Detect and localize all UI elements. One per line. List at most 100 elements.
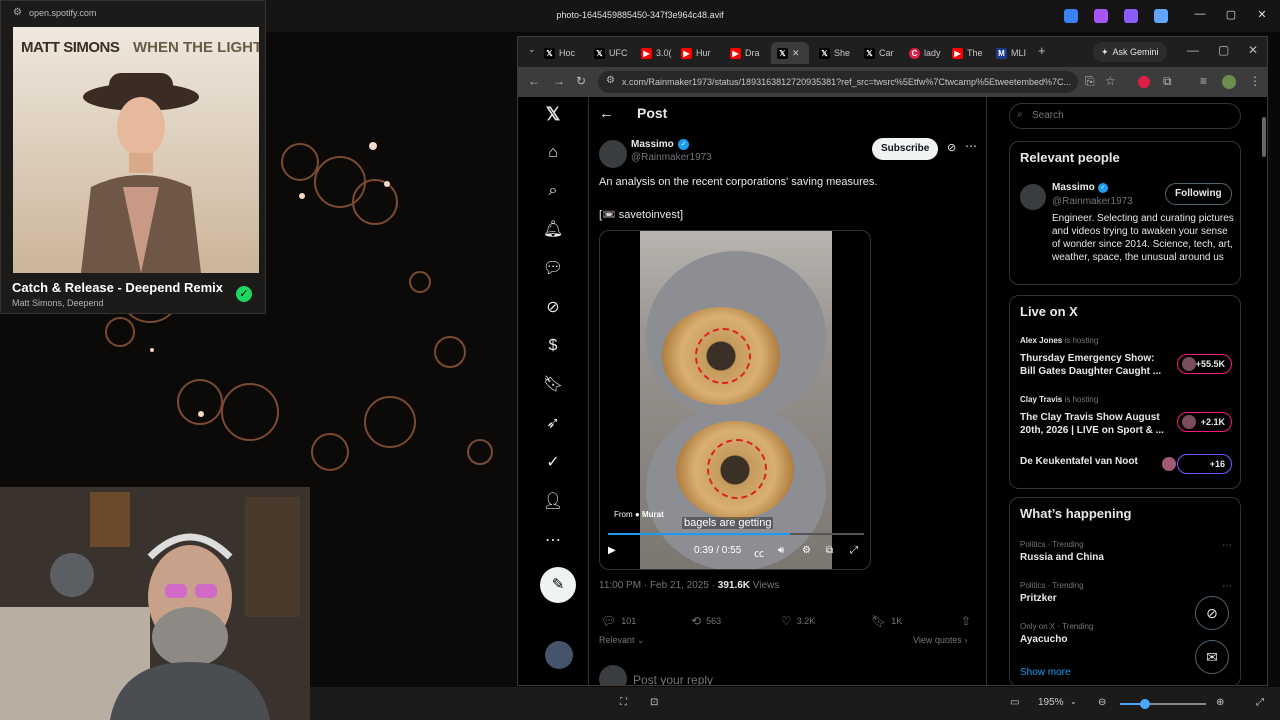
zoom-slider[interactable] [1120,699,1206,709]
pip-icon[interactable]: ⧉ [826,545,833,556]
ask-gemini-button[interactable]: ✦ Ask Gemini [1093,42,1167,62]
live-title[interactable]: The Clay Travis Show August 20th, 2026 |… [1020,411,1165,437]
tab-2[interactable]: 𝕏 UFC [588,42,630,64]
tab-close-icon[interactable]: ✕ [792,48,800,59]
tab-9[interactable]: Clady [903,42,945,64]
tab-active[interactable]: 𝕏 ✕ [771,42,809,64]
trend-more-icon[interactable]: ⋯ [1222,581,1232,592]
author-avatar[interactable] [599,140,627,168]
video-progress-bar[interactable] [608,533,864,535]
share-button[interactable]: ⇧ [961,614,971,628]
trend-more-icon[interactable]: ⋯ [1222,540,1232,551]
media-icon[interactable]: ≡ [1200,74,1207,88]
home-icon[interactable]: ⌂ [540,140,566,166]
new-tab-button[interactable]: + [1038,43,1046,58]
grok-icon[interactable]: ⊘ [540,295,566,321]
settings-icon[interactable]: ⚙ [802,545,811,556]
zoom-in-icon[interactable]: ⊕ [1216,697,1224,708]
verified-icon[interactable]: ✓ [540,450,566,476]
live-host[interactable]: Clay Travis is hosting [1020,395,1098,404]
messages-icon[interactable]: 💬︎ [540,256,566,282]
minimize-button[interactable]: — [1190,8,1210,20]
money-icon[interactable]: $ [540,333,566,359]
extensions-icon[interactable]: ⧉ [1163,74,1172,89]
more-icon[interactable]: ⋯ [540,528,566,554]
author-name[interactable]: Massimo [631,139,674,150]
compose-post-button[interactable]: ✎ [540,567,576,603]
captions-icon[interactable]: ㏄ [754,545,764,560]
back-arrow-icon[interactable]: ← [528,74,540,88]
show-more-link[interactable]: Show more [1020,667,1071,678]
track-title[interactable]: Catch & Release - Deepend Remix [12,280,223,295]
person-avatar[interactable] [1020,184,1046,210]
more-options-icon[interactable]: ⋯ [965,139,977,153]
tab-5[interactable]: ▶ Dra [724,42,766,64]
extension-icon[interactable] [1138,76,1150,88]
tab-3[interactable]: ▶ 3.0( [635,42,677,64]
zoom-slider-thumb[interactable] [1140,699,1150,709]
install-icon[interactable]: ⎘ [1085,74,1095,89]
reply-input[interactable]: Post your reply [633,673,713,685]
account-avatar[interactable] [545,641,573,669]
app-icon[interactable] [1064,9,1078,23]
live-title[interactable]: Thursday Emergency Show: Bill Gates Daug… [1020,352,1165,378]
x-logo-icon[interactable]: 𝕏 [540,101,566,127]
menu-icon[interactable]: ⋮ [1249,74,1261,88]
scrollbar[interactable] [1261,97,1267,685]
messages-float-icon[interactable]: ✉ [1195,640,1229,674]
tab-1[interactable]: 𝕏 Hoc [538,42,580,64]
view-quotes-link[interactable]: View quotes › [913,635,967,645]
close-button[interactable]: ✕ [1248,43,1258,57]
bookmark-button[interactable]: 🔖︎ 1K [871,614,902,628]
tab-search-icon[interactable]: ⌄ [528,44,536,55]
trend-name[interactable]: Pritzker [1020,593,1057,604]
track-artists[interactable]: Matt Simons, Deepend [12,298,104,308]
bookmarks-icon[interactable]: 🔖︎ [540,372,566,398]
profile-icon[interactable]: 👤︎ [540,489,566,515]
live-title[interactable]: De Keukentafel van Noot [1020,455,1165,468]
like-button[interactable]: ♡ 3.2K [781,614,815,628]
liked-check-icon[interactable]: ✓ [236,286,252,302]
tab-11[interactable]: M MLI [990,42,1032,64]
grok-icon[interactable]: ⊘ [947,141,956,154]
maximize-button[interactable]: ▢ [1221,8,1241,21]
tab-10[interactable]: ▶ The [946,42,988,64]
close-button[interactable]: ✕ [1252,8,1272,21]
volume-icon[interactable]: 🔊︎ [778,545,784,556]
tab-7[interactable]: 𝕏 She [813,42,855,64]
video-player[interactable]: From ● Murat bagels are getting ▶ 0:39 /… [599,230,871,570]
reply-sort-dropdown[interactable]: Relevant ⌄ [599,635,645,646]
site-info-icon[interactable]: ⚙ [606,75,615,86]
zoom-level[interactable]: 195% [1038,697,1064,708]
live-host[interactable]: Alex Jones is hosting [1020,336,1098,345]
scroll-thumb[interactable] [1262,117,1266,157]
bookmark-star-icon[interactable]: ☆ [1105,74,1116,88]
trend-name[interactable]: Russia and China [1020,552,1104,563]
search-input[interactable]: Search [1009,103,1241,129]
reply-button[interactable]: 💬︎ 101 [601,614,636,628]
back-arrow-icon[interactable]: ← [599,105,614,122]
forward-arrow-icon[interactable]: → [553,74,565,88]
zoom-out-icon[interactable]: ⊖ [1098,697,1106,708]
person-handle[interactable]: @Rainmaker1973 [1052,196,1133,207]
following-button[interactable]: Following [1165,183,1232,205]
cloud-icon[interactable] [1154,9,1168,23]
app-icon[interactable] [1124,9,1138,23]
profile-avatar[interactable] [1222,75,1236,89]
maximize-button[interactable]: ▢ [1218,43,1229,57]
person-name[interactable]: Massimo [1052,182,1095,193]
settings-icon[interactable]: ⚙ [13,7,22,18]
app-icon[interactable] [1094,9,1108,23]
repost-button[interactable]: ⟲ 563 [691,614,721,628]
reload-icon[interactable]: ↻ [576,74,586,88]
search-icon[interactable]: ⌕ [540,178,566,204]
subscribe-button[interactable]: Subscribe [872,138,939,160]
url-input[interactable]: x.com/Rainmaker1973/status/1893163812720… [598,71,1078,93]
tab-4[interactable]: ▶ Hur [675,42,717,64]
video-source[interactable]: From ● Murat [614,510,664,519]
chevron-down-icon[interactable]: ⌄ [1070,697,1077,706]
fit-icon[interactable]: ⛶ [620,697,627,708]
fullscreen-icon[interactable]: ⤢ [850,545,858,556]
jobs-icon[interactable]: ➶ [540,411,566,437]
trend-name[interactable]: Ayacucho [1020,634,1067,645]
